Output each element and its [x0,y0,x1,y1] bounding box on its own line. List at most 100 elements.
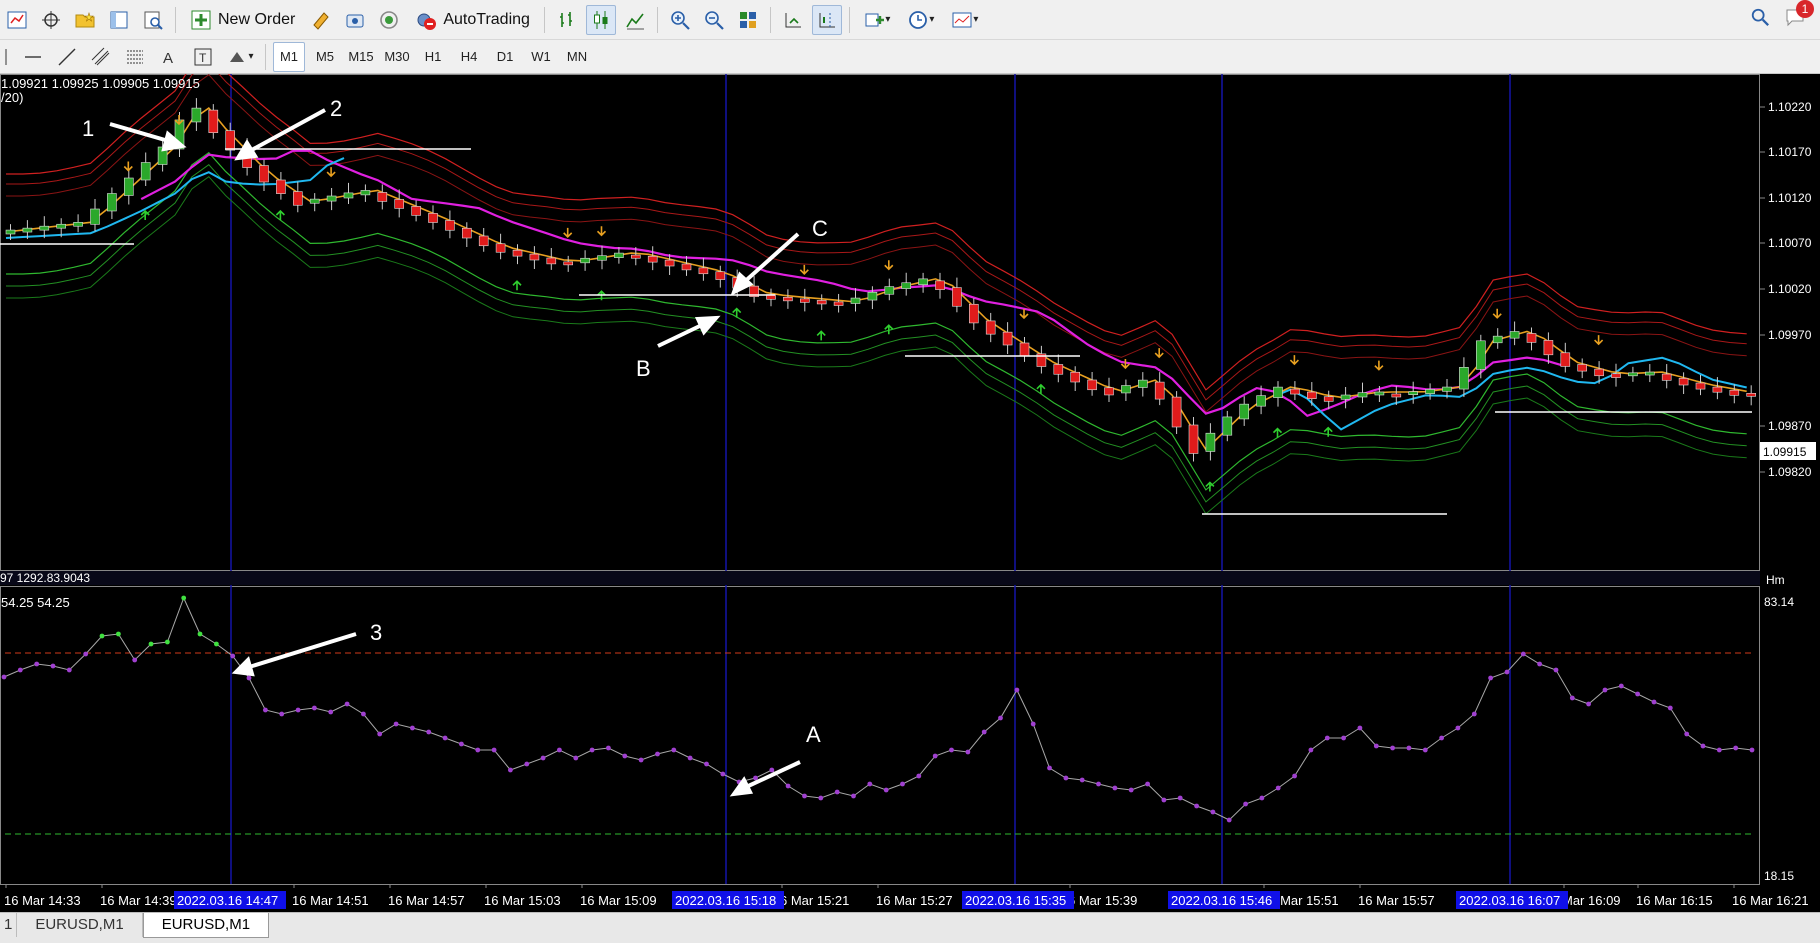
text-label-icon[interactable]: T [188,42,218,72]
oscillator-point [214,641,219,647]
zoom-in-icon[interactable] [665,5,695,35]
timeframe-mn[interactable]: MN [561,42,593,72]
candle-body [495,243,506,253]
candle-body [1256,395,1266,407]
oscillator-point [1275,785,1281,791]
oscillator-point [965,749,971,755]
templates-dropdown-icon[interactable]: ▾ [945,5,985,35]
oscillator-point [1145,781,1150,787]
new-order-label: New Order [218,10,296,28]
oscillator-point [720,771,726,777]
oscillator-point [1488,675,1493,681]
candle-body [411,206,421,216]
candle-body [208,109,219,133]
oscillator-point [295,707,301,713]
oscillator-point [1194,803,1199,809]
oscillator-point [802,793,807,799]
oscillator-point [1504,669,1510,675]
candlestick-chart-icon[interactable] [585,4,616,35]
candle-body [681,263,692,271]
equidistant-channel-icon[interactable] [86,42,116,72]
autotrading-button[interactable]: AutoTrading [408,5,537,35]
crosshair-icon[interactable] [36,5,66,35]
vertical-line-icon[interactable] [2,42,14,72]
time-axis: 16 Mar 14:33 16 Mar 14:39 16 Mar 14:51 16 M… [4,884,1809,909]
metaeditor-icon[interactable] [306,5,336,35]
oscillator-point [1422,747,1428,753]
price-level-label: 1.09820 [1768,465,1812,479]
oscillator-point [1667,705,1673,711]
timeframe-h4[interactable]: H4 [453,42,485,72]
annotation-label-3: 3 [370,620,382,645]
new-order-button[interactable]: New Order [183,5,302,35]
oscillator-point [883,787,889,793]
oscillator-point [1112,785,1118,791]
tab-eurusd-m1-first[interactable]: EURUSD,M1 [17,913,143,937]
arrows-dropdown-icon[interactable]: ▾ [222,42,258,72]
chart-shift-icon[interactable] [811,4,842,35]
oscillator-point [1096,781,1101,787]
oscillator-point [1047,765,1052,771]
oscillator-point [181,595,187,601]
oscillator-point [1455,725,1461,731]
candle-body [1526,333,1537,343]
new-chart-icon[interactable] [2,5,32,35]
tester-icon[interactable] [138,5,168,35]
oscillator-point [1733,745,1739,751]
timeframe-m1[interactable]: M1 [273,41,305,72]
oscillator-point [1226,817,1232,823]
oscillator-point [328,709,334,715]
candle-body [461,227,472,239]
trendline-icon[interactable] [52,42,82,72]
indicators-dropdown-icon[interactable]: ▾ [857,5,897,35]
notifications-icon[interactable]: 1 [1784,0,1814,33]
bar-chart-icon[interactable] [552,5,582,35]
timeframe-m30[interactable]: M30 [381,42,413,72]
tab-eurusd-m1-active[interactable]: EURUSD,M1 [142,913,270,938]
time-axis-label: 16 Mar 15:09 [580,893,657,908]
favorites-folder-icon[interactable] [70,5,100,35]
indicator-scale-top: 83.14 [1764,595,1794,609]
zoom-out-icon[interactable] [699,5,729,35]
svg-text:T: T [199,51,207,65]
oscillator-point [50,663,56,669]
candle-body [292,191,303,206]
oscillator-point [1357,725,1363,731]
timeframe-m5[interactable]: M5 [309,42,341,72]
timeframe-m15[interactable]: M15 [345,42,377,72]
candle-body [1492,335,1503,344]
candle-body [1645,371,1655,376]
auto-scroll-icon[interactable] [778,5,808,35]
oscillator-point [622,753,628,759]
candle-body [1222,416,1233,436]
panel-separator [0,571,1760,585]
candle-body [783,297,793,302]
signals-icon[interactable] [374,5,404,35]
oscillator-point [1014,687,1020,693]
candle-body [867,291,878,301]
tab-stub[interactable]: 1 [0,913,18,937]
oscillator-point [1,674,7,680]
oscillator-point [246,675,252,681]
annotation-label-c: C [812,216,828,241]
line-chart-icon[interactable] [620,5,650,35]
oscillator-point [165,639,170,645]
market-icon[interactable] [340,5,370,35]
chart-window[interactable]: 97 1292.83.9043 Hm 1.10220 1.10170 1.10120… [0,74,1820,912]
fibonacci-icon[interactable] [120,42,150,72]
candle-body [968,303,979,324]
horizontal-line-icon[interactable] [18,42,48,72]
navigator-icon[interactable] [104,5,134,35]
oscillator-point [867,781,873,787]
tile-windows-icon[interactable] [733,5,763,35]
price-chart[interactable]: 97 1292.83.9043 Hm 1.10220 1.10170 1.10120… [0,74,1820,912]
timeframe-d1[interactable]: D1 [489,42,521,72]
timeframe-h1[interactable]: H1 [417,42,449,72]
time-axis-label: 16 Mar 14:51 [292,893,369,908]
annotation-label-1: 1 [82,116,94,141]
text-icon[interactable]: A [154,42,184,72]
periods-dropdown-icon[interactable]: ▾ [901,5,941,35]
separator [175,6,176,33]
search-icon[interactable] [1750,7,1770,32]
timeframe-w1[interactable]: W1 [525,42,557,72]
